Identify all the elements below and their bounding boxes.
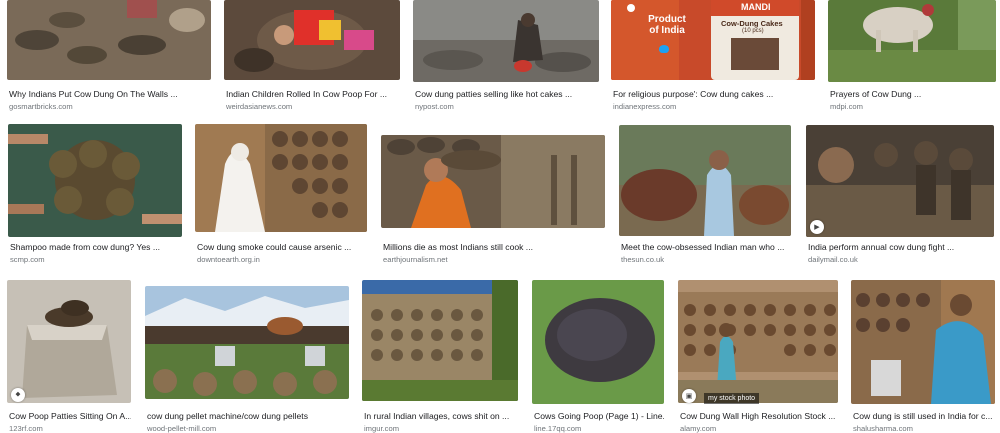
result-thumbnail[interactable]: [362, 280, 518, 401]
jar-brand-text: MANDI: [741, 2, 771, 12]
result-thumbnail[interactable]: [7, 280, 131, 403]
result-thumbnail[interactable]: [381, 135, 605, 228]
result-title[interactable]: Shampoo made from cow dung? Yes ...: [10, 242, 182, 252]
result-thumbnail[interactable]: [611, 0, 815, 80]
result-card[interactable]: Prayers of Cow Dung ... mdpi.com: [828, 0, 996, 111]
result-title[interactable]: Meet the cow-obsessed Indian man who ...: [621, 242, 791, 252]
result-source: wood-pellet-mill.com: [147, 424, 217, 433]
result-thumbnail[interactable]: [8, 124, 182, 237]
result-source: imgur.com: [364, 424, 400, 433]
result-source: weirdasianews.com: [226, 102, 293, 111]
result-card[interactable]: ⬥ Cow Poop Patties Sitting On A... 123rf…: [7, 280, 131, 433]
result-title[interactable]: Cow Dung Wall High Resolution Stock ...: [680, 411, 838, 421]
result-card[interactable]: Cow dung is still used in India for c...…: [851, 280, 995, 433]
result-thumbnail[interactable]: [619, 125, 791, 236]
result-card[interactable]: Indian Children Rolled In Cow Poop For .…: [224, 0, 400, 111]
result-thumbnail[interactable]: [828, 0, 996, 82]
result-title[interactable]: Prayers of Cow Dung ...: [830, 89, 996, 99]
product-of-india-text: Product of India: [648, 14, 686, 36]
result-source: nypost.com: [415, 102, 454, 111]
result-source: indianexpress.com: [613, 102, 677, 111]
result-source: downtoearth.org.in: [197, 255, 260, 264]
result-source: 123rf.com: [9, 424, 43, 433]
jar-count-text: (10 pcs): [742, 28, 764, 34]
result-source: mdpi.com: [830, 102, 863, 111]
result-title[interactable]: In rural Indian villages, cows shit on .…: [364, 411, 518, 421]
result-card[interactable]: Cow dung patties selling like hot cakes …: [413, 0, 599, 111]
result-source: alamy.com: [680, 424, 717, 433]
result-title[interactable]: Millions die as most Indians still cook …: [383, 242, 605, 252]
result-source: earthjournalism.net: [383, 255, 448, 264]
jar-label-text: Cow-Dung Cakes: [721, 19, 783, 28]
result-thumbnail[interactable]: [678, 280, 838, 403]
result-title[interactable]: cow dung pellet machine/cow dung pellets: [147, 411, 349, 421]
result-card[interactable]: Why Indians Put Cow Dung On The Walls ..…: [7, 0, 211, 111]
result-title[interactable]: Why Indians Put Cow Dung On The Walls ..…: [9, 89, 209, 99]
result-source: scmp.com: [10, 255, 45, 264]
result-title[interactable]: Cow dung patties selling like hot cakes …: [415, 89, 599, 99]
result-title[interactable]: India perform annual cow dung fight ...: [808, 242, 994, 252]
play-icon: ▶: [810, 220, 824, 234]
twitter-icon: [659, 45, 669, 53]
result-card[interactable]: Meet the cow-obsessed Indian man who ...…: [619, 125, 791, 266]
result-title[interactable]: Cow dung smoke could cause arsenic ...: [197, 242, 367, 252]
result-card[interactable]: cow dung pellet machine/cow dung pellets…: [145, 286, 349, 433]
result-source: shalusharma.com: [853, 424, 913, 433]
result-source: thesun.co.uk: [621, 255, 665, 264]
result-card[interactable]: Cows Going Poop (Page 1) - Line... line.…: [532, 280, 664, 433]
result-thumbnail[interactable]: [224, 0, 400, 80]
result-title[interactable]: Indian Children Rolled In Cow Poop For .…: [226, 89, 400, 99]
result-card[interactable]: Cow dung smoke could cause arsenic ... d…: [195, 124, 367, 266]
result-card[interactable]: In rural Indian villages, cows shit on .…: [362, 280, 518, 433]
result-thumbnail[interactable]: [145, 286, 349, 399]
result-card[interactable]: Product of India MANDI Cow-Dung Cakes (1…: [611, 0, 815, 111]
result-source: line.17qq.com: [534, 424, 582, 433]
result-title[interactable]: For religious purpose': Cow dung cakes .…: [613, 89, 813, 99]
result-card[interactable]: Shampoo made from cow dung? Yes ... scmp…: [8, 124, 182, 266]
result-thumbnail[interactable]: [413, 0, 599, 82]
stock-watermark: my stock photo: [704, 393, 760, 404]
result-source: gosmartbricks.com: [9, 102, 73, 111]
photo-icon: ▣: [682, 389, 696, 403]
result-title[interactable]: Cows Going Poop (Page 1) - Line...: [534, 411, 664, 421]
tag-icon: ⬥: [11, 388, 25, 402]
result-card[interactable]: ▶ India perform annual cow dung fight ..…: [806, 125, 994, 266]
result-thumbnail[interactable]: [7, 0, 211, 80]
result-thumbnail[interactable]: [195, 124, 367, 232]
result-title[interactable]: Cow Poop Patties Sitting On A...: [9, 411, 131, 421]
result-card[interactable]: my stock photo ▣ Cow Dung Wall High Reso…: [678, 280, 838, 433]
result-card[interactable]: Millions die as most Indians still cook …: [381, 135, 605, 266]
result-title[interactable]: Cow dung is still used in India for c...: [853, 411, 995, 421]
result-thumbnail[interactable]: [806, 125, 994, 237]
result-thumbnail[interactable]: [851, 280, 995, 404]
result-thumbnail[interactable]: [532, 280, 664, 404]
result-source: dailymail.co.uk: [808, 255, 858, 264]
